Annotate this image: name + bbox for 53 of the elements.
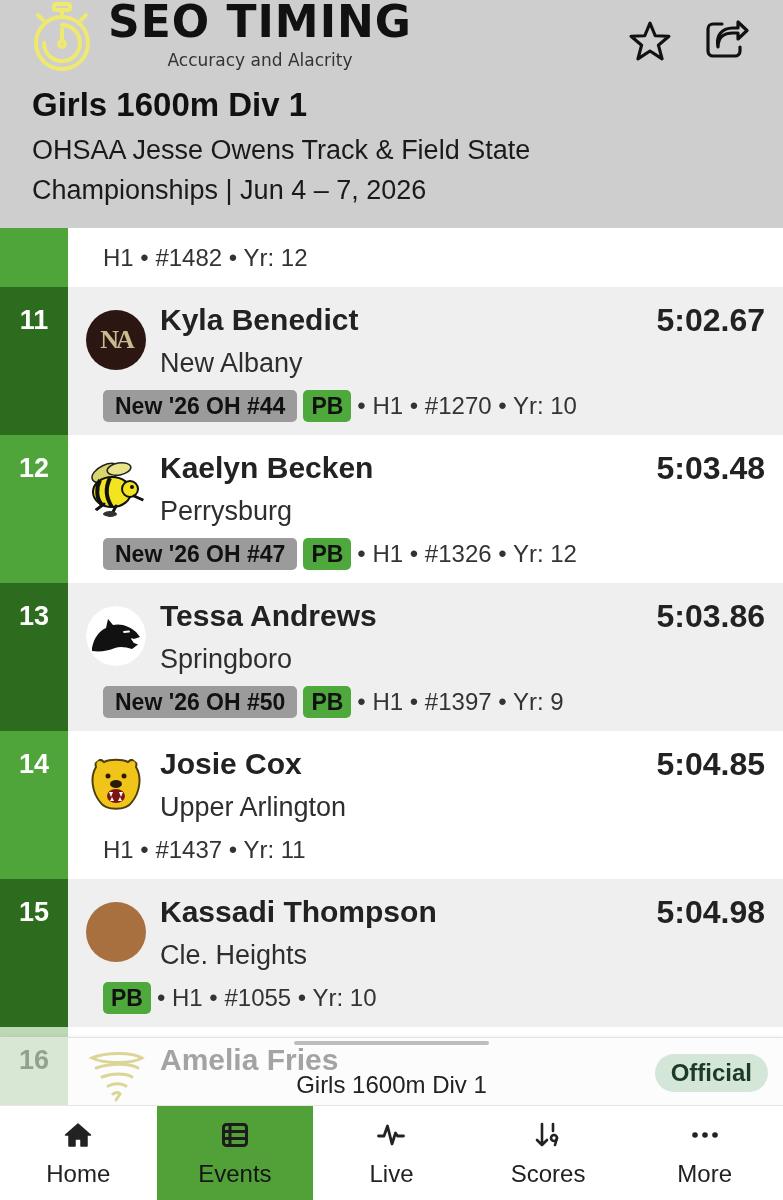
school-name: Cle. Heights [160,939,308,972]
school-logo: NA [86,310,146,370]
big-cat-head-icon [86,606,146,666]
ranking-tag: New '26 OH #47 [103,538,298,570]
finish-time: 5:03.48 [656,450,765,486]
rank-strip [0,228,68,287]
finish-time: 5:03.86 [656,598,765,634]
home-icon [64,1122,93,1148]
school-name: Springboro [160,643,293,676]
star-icon [629,21,671,61]
heat-details: H1 • #1437 • Yr: 11 [103,835,306,865]
athlete-name: Kassadi Thompson [160,894,437,930]
place-number: 14 [0,731,68,879]
athlete-name: Josie Cox [160,746,302,782]
heat-details: • H1 • #1326 • Yr: 12 [357,539,577,569]
brand-name: SEO TIMING [108,0,412,44]
place-number: 15 [0,879,68,1027]
pulse-icon [377,1122,406,1148]
heat-details: • H1 • #1055 • Yr: 10 [156,983,377,1013]
finish-time: 5:04.98 [656,894,765,930]
athlete-name: Tessa Andrews [160,598,377,634]
athlete-name: Kyla Benedict [160,302,359,338]
place-number: 12 [0,435,68,583]
place-number: 11 [0,287,68,435]
ranking-tag: New '26 OH #50 [103,686,298,718]
more-icon [691,1132,718,1138]
pb-tag: PB [303,538,352,570]
heat-details: • H1 • #1397 • Yr: 9 [357,687,564,717]
sheet-handle[interactable] [294,1041,489,1045]
place-number: 13 [0,583,68,731]
share-button[interactable] [705,18,749,61]
brand-tagline: Accuracy and Alacrity [167,49,353,71]
meet-name: OHSAA Jesse Owens Track & Field State Championships | Jun 4 – 7, 2026 [32,134,532,207]
list-icon [220,1122,249,1148]
heat-details: H1 • #1482 • Yr: 12 [103,243,308,273]
pb-tag: PB [303,686,352,718]
status-pill: Official [654,1054,768,1092]
pb-tag: PB [103,982,151,1014]
school-name: Upper Arlington [160,791,347,824]
tornado-icon [86,1050,146,1102]
finish-time: 5:02.67 [656,302,765,338]
event-title: Girls 1600m Div 1 [32,86,308,124]
ranking-tag: New '26 OH #44 [103,390,298,422]
share-icon [705,18,749,58]
place-number: 16 [0,1027,68,1105]
photo-placeholder [86,902,146,962]
school-name: Perrysburg [160,495,293,528]
tab[interactable]: Events [156,1106,314,1200]
pb-tag: PB [303,390,352,422]
school-name: New Albany [160,347,303,380]
finish-time: 5:04.85 [656,746,765,782]
heat-details: • H1 • #1270 • Yr: 10 [357,391,577,421]
athlete-name: Kaelyn Becken [160,450,374,486]
